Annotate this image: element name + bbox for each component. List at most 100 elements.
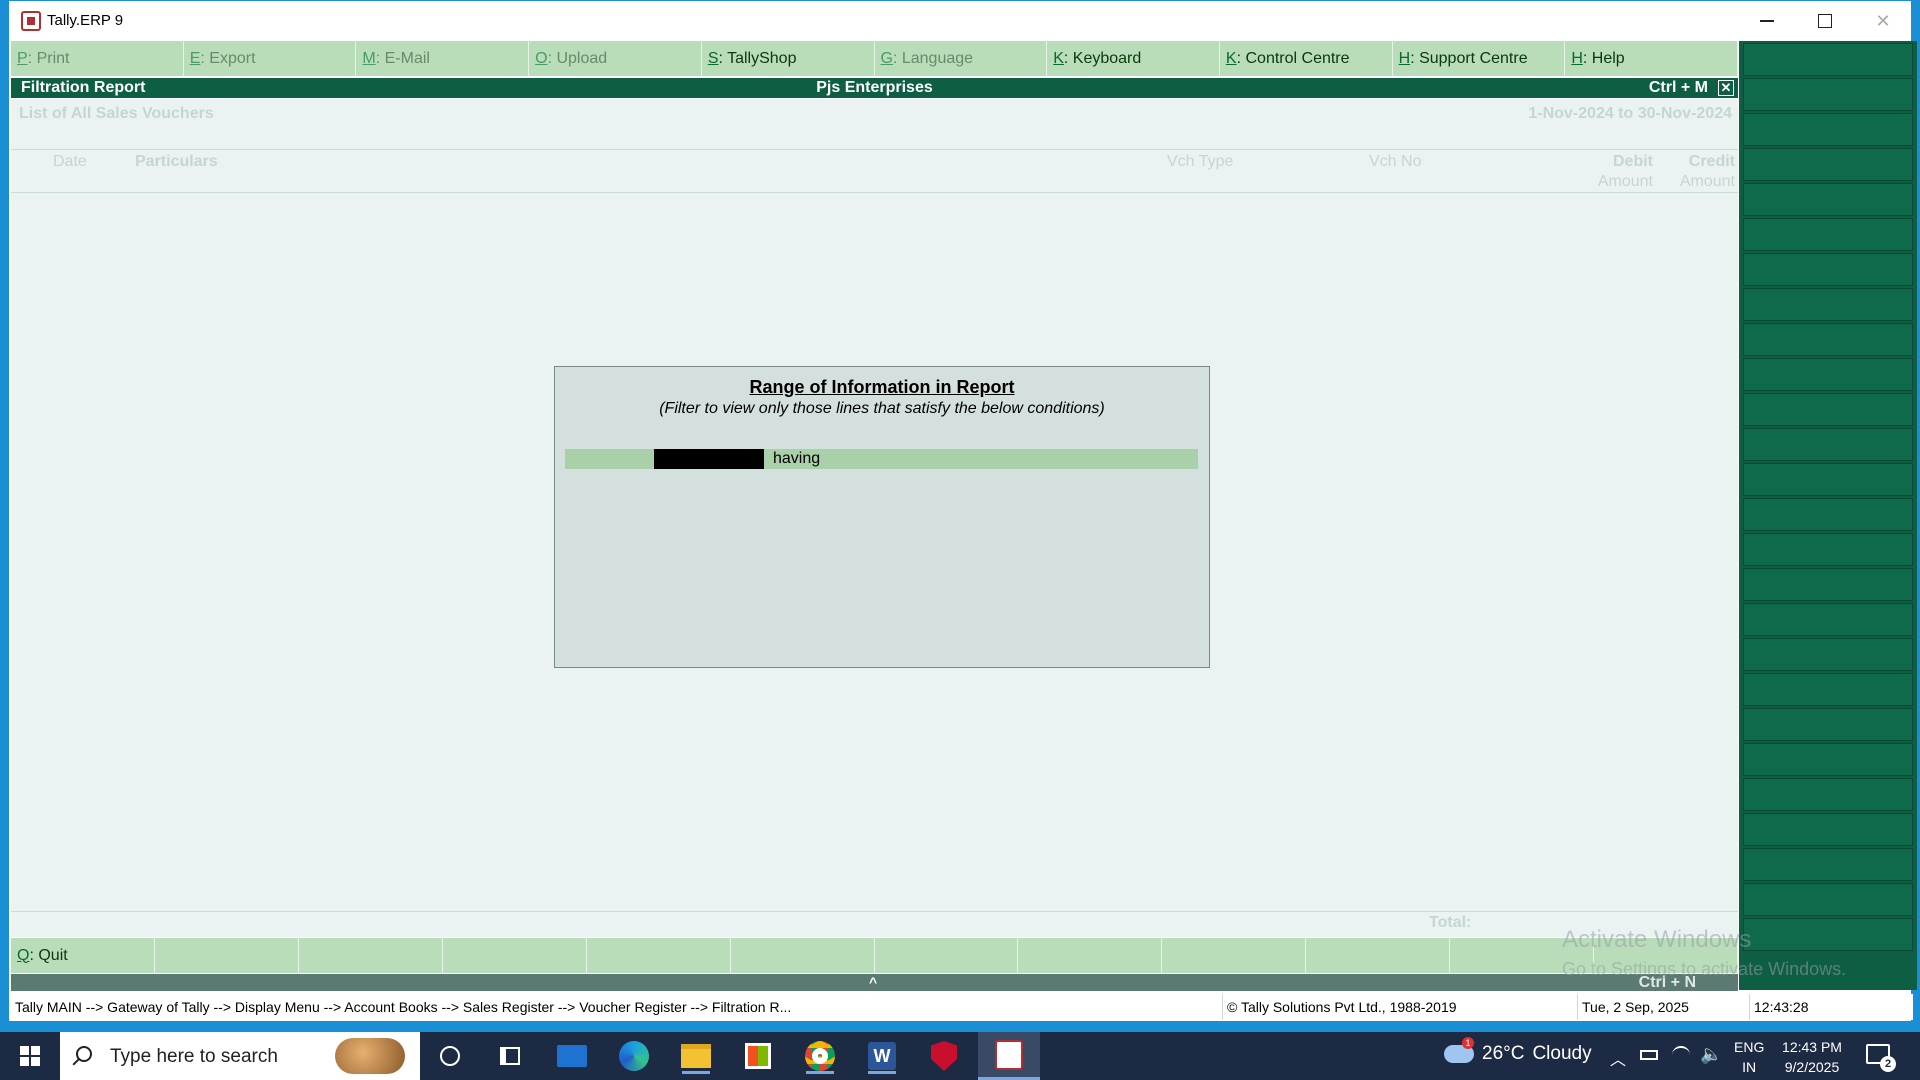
topbar-label: : Keyboard (1063, 49, 1142, 67)
report-subtitle: List of All Sales Vouchers (19, 105, 214, 122)
topbar-key: E (189, 49, 201, 67)
filter-field-input[interactable] (654, 449, 764, 469)
right-panel-button[interactable] (1743, 113, 1913, 146)
report-close-button[interactable]: ✕ (1718, 80, 1734, 96)
status-date: Tue, 2 Sep, 2025 (1577, 994, 1749, 1020)
task-view-icon[interactable] (492, 1038, 528, 1074)
weather-temp: 26°C (1482, 1043, 1525, 1064)
header-divider (11, 149, 1738, 150)
topbar-button-upload[interactable]: O: Upload (529, 41, 702, 76)
network-icon[interactable] (1672, 1046, 1690, 1064)
topbar-key: G (880, 49, 893, 67)
right-panel-button[interactable] (1743, 813, 1913, 846)
right-panel-button[interactable] (1743, 498, 1913, 531)
right-panel-button[interactable] (1743, 288, 1913, 321)
edge-icon[interactable] (616, 1038, 652, 1074)
right-panel-button[interactable] (1743, 253, 1913, 286)
topbar-button-control-centre[interactable]: K: Control Centre (1219, 41, 1393, 76)
topbar-button-tallyshop[interactable]: S: TallyShop (701, 41, 875, 76)
search-icon (76, 1046, 92, 1062)
right-panel-button[interactable] (1743, 673, 1913, 706)
topbar-button-language[interactable]: G: Language (874, 41, 1048, 76)
notification-icon[interactable]: 2 (1866, 1044, 1896, 1072)
topbar-button-export[interactable]: E: Export (183, 41, 357, 76)
right-panel-button[interactable] (1743, 428, 1913, 461)
right-panel-button[interactable] (1743, 638, 1913, 671)
window-title: Tally.ERP 9 (47, 12, 124, 29)
search-highlight-image (335, 1038, 405, 1074)
right-panel-button[interactable] (1743, 78, 1913, 111)
right-panel-button[interactable] (1743, 218, 1913, 251)
title-bar[interactable]: Tally.ERP 9 ✕ (9, 1, 1911, 41)
empty-button[interactable] (1018, 938, 1163, 973)
store-icon[interactable] (740, 1038, 776, 1074)
mcafee-icon[interactable] (926, 1038, 962, 1074)
taskbar-clock[interactable]: 12:43 PM 9/2/2025 (1772, 1037, 1852, 1077)
right-panel-button[interactable] (1743, 743, 1913, 776)
topbar-label: : Language (892, 49, 974, 67)
right-panel-button[interactable] (1743, 778, 1913, 811)
file-explorer-icon[interactable] (678, 1038, 714, 1074)
topbar-key: K (1225, 49, 1237, 67)
minimize-button[interactable] (1744, 5, 1790, 37)
right-panel-button[interactable] (1743, 883, 1913, 916)
scroll-up-icon[interactable]: ^ (869, 974, 877, 990)
volume-icon[interactable]: 🔈 (1700, 1044, 1722, 1065)
topbar-label: : Support Centre (1410, 49, 1528, 67)
start-button[interactable] (0, 1032, 60, 1080)
right-panel-button[interactable] (1743, 533, 1913, 566)
empty-button[interactable] (1306, 938, 1451, 973)
right-panel-button[interactable] (1743, 463, 1913, 496)
right-panel-button[interactable] (1743, 323, 1913, 356)
taskbar-search[interactable]: Type here to search (60, 1032, 420, 1080)
empty-button[interactable] (442, 938, 587, 973)
topbar-label: : Export (200, 49, 256, 67)
battery-icon[interactable] (1640, 1050, 1658, 1060)
report-shortcut: Ctrl + M (1648, 79, 1708, 96)
maximize-button[interactable] (1802, 5, 1848, 37)
close-button[interactable]: ✕ (1860, 5, 1906, 37)
top-button-bar: P: Print E: Export M: E-Mail O: Upload S: Ta… (11, 41, 1739, 76)
empty-button[interactable] (154, 938, 299, 973)
right-panel-button[interactable] (1743, 183, 1913, 216)
topbar-button-e-mail[interactable]: M: E-Mail (356, 41, 530, 76)
topbar-button-support-centre[interactable]: H: Support Centre (1392, 41, 1566, 76)
right-panel-button[interactable] (1743, 358, 1913, 391)
empty-button[interactable] (730, 938, 875, 973)
right-panel-button[interactable] (1743, 848, 1913, 881)
mail-icon[interactable] (554, 1038, 590, 1074)
right-panel-button[interactable] (1743, 708, 1913, 741)
topbar-label: : Help (1582, 49, 1625, 67)
quit-button[interactable]: Q: Quit (11, 938, 155, 973)
empty-button[interactable] (586, 938, 731, 973)
topbar-button-print[interactable]: P: Print (11, 41, 184, 76)
header-divider-bottom (11, 192, 1738, 193)
weather-widget[interactable]: 1 26°C Cloudy (1444, 1037, 1592, 1065)
empty-button[interactable] (874, 938, 1019, 973)
filter-condition-row[interactable]: having (565, 449, 1198, 469)
tally-window: Tally.ERP 9 ✕ P: Print E: Export M: E-Mail… (8, 0, 1917, 1022)
dialog-subtitle: (Filter to view only those lines that sa… (659, 400, 1105, 417)
right-panel-button[interactable] (1743, 393, 1913, 426)
right-panel-button[interactable] (1743, 603, 1913, 636)
tally-taskbar-icon[interactable] (978, 1032, 1040, 1080)
language-indicator[interactable]: ENG IN (1734, 1037, 1764, 1077)
right-panel-button[interactable] (1743, 568, 1913, 601)
empty-button[interactable] (1162, 938, 1307, 973)
chevron-up-icon[interactable]: ︿ (1610, 1046, 1626, 1070)
topbar-button-keyboard[interactable]: K: Keyboard (1047, 41, 1220, 76)
chrome-icon[interactable] (802, 1038, 838, 1074)
cloud-icon: 1 (1444, 1037, 1474, 1063)
cortana-icon[interactable] (432, 1038, 468, 1074)
topbar-button-help[interactable]: H: Help (1565, 41, 1739, 76)
word-icon[interactable]: W (864, 1038, 900, 1074)
topbar-key: M (362, 49, 376, 67)
topbar-label: : Upload (547, 49, 608, 67)
empty-button[interactable] (298, 938, 443, 973)
topbar-key: O (535, 49, 548, 67)
right-panel-button[interactable] (1743, 148, 1913, 181)
activate-windows-watermark: Activate Windows (1562, 926, 1752, 953)
right-panel-button[interactable] (1743, 43, 1913, 76)
topbar-key: S (707, 49, 719, 67)
right-panel-button[interactable] (1743, 918, 1913, 951)
